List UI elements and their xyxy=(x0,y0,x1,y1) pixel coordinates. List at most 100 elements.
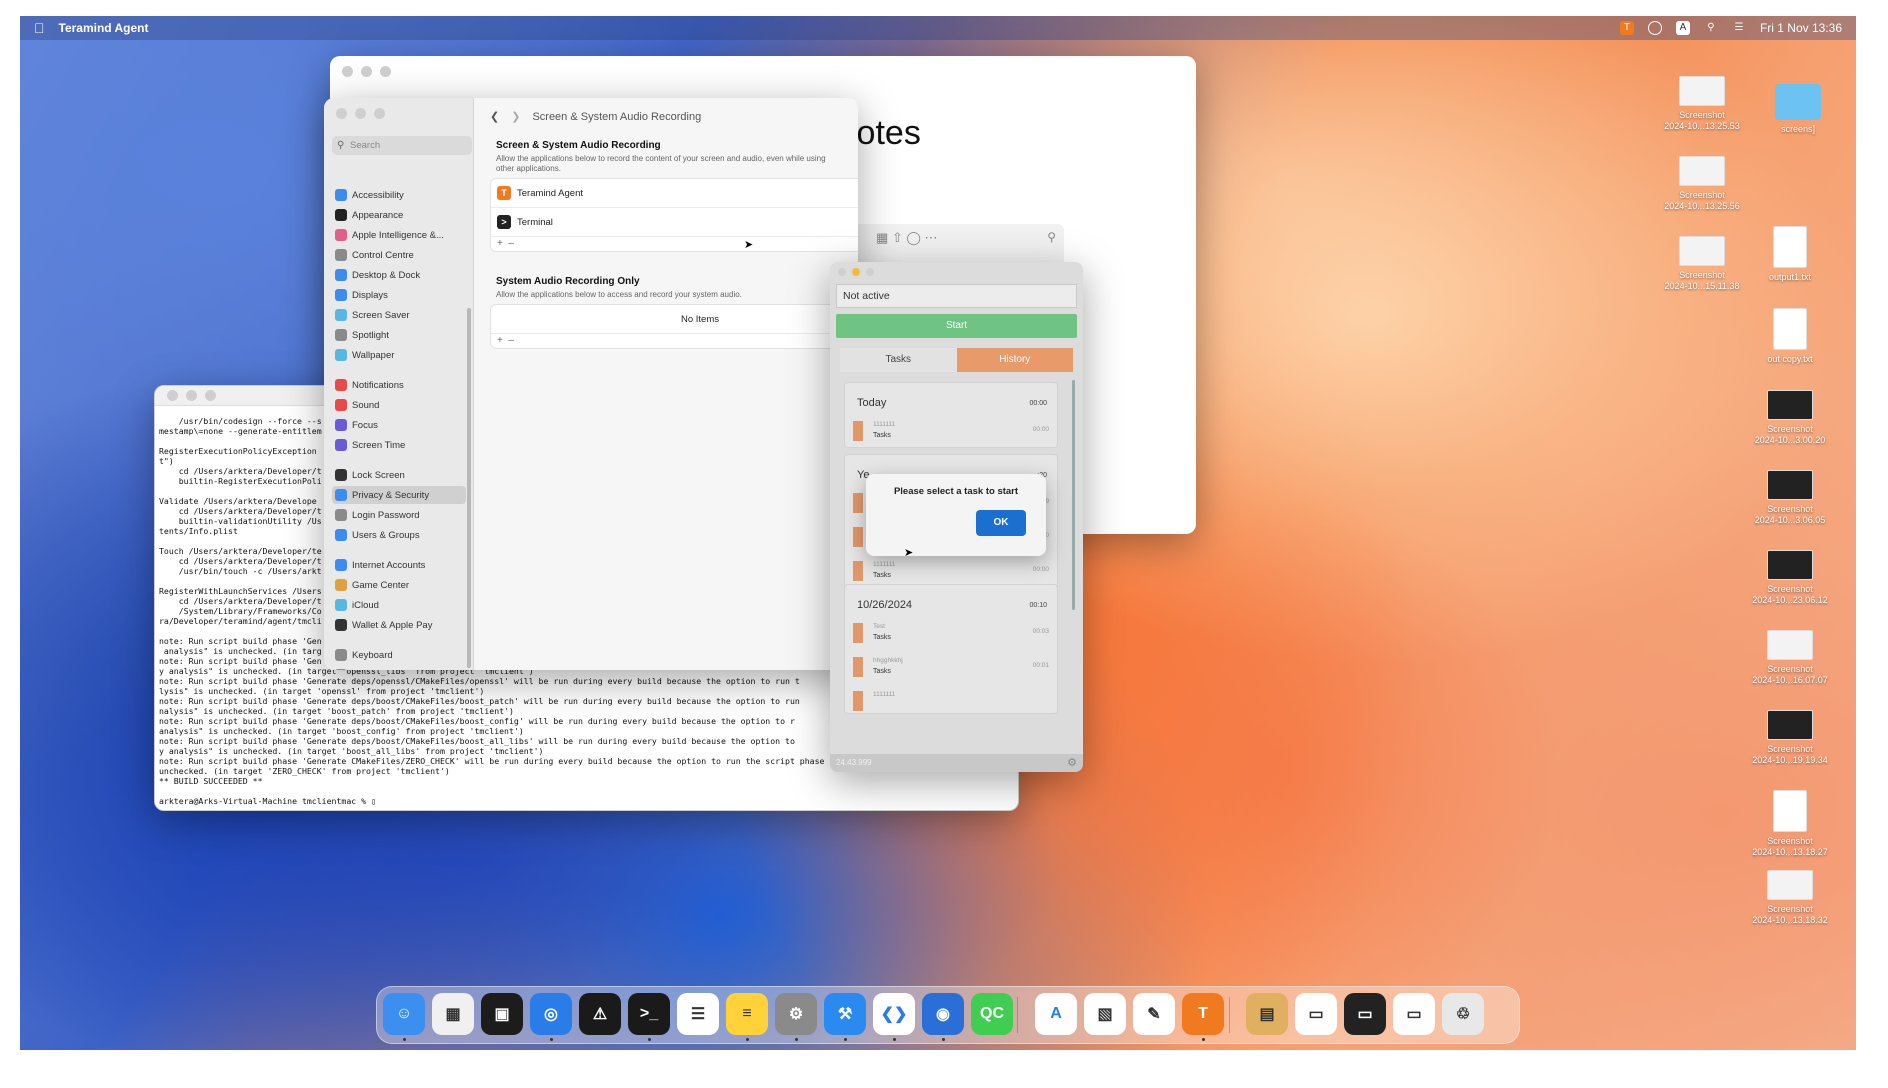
tab-history[interactable]: History xyxy=(956,348,1073,372)
history-scrollbar[interactable] xyxy=(1072,380,1075,610)
sidebar-item-focus[interactable]: Focus xyxy=(332,416,466,434)
sidebar-scrollbar[interactable] xyxy=(467,308,471,668)
sidebar-item-sound[interactable]: Sound xyxy=(332,396,466,414)
sidebar-item-login-password[interactable]: Login Password xyxy=(332,506,466,524)
desktop-file[interactable]: Screenshot 2024-10...3.06.05 xyxy=(1748,470,1832,526)
zoom-button[interactable] xyxy=(205,390,216,401)
sidebar-item-apple-intelligence[interactable]: Apple Intelligence &... xyxy=(332,226,466,244)
close-button[interactable] xyxy=(838,268,846,276)
close-button[interactable] xyxy=(336,108,347,119)
sidebar-item-wallet-apple-pay[interactable]: Wallet & Apple Pay xyxy=(332,616,466,634)
sidebar-item-screen-saver[interactable]: Screen Saver xyxy=(332,306,466,324)
sidebar-item-internet-accounts[interactable]: Internet Accounts xyxy=(332,556,466,574)
sidebar-item-icloud[interactable]: iCloud xyxy=(332,596,466,614)
sidebar-item-control-centre[interactable]: Control Centre xyxy=(332,246,466,264)
input-a-icon[interactable]: A xyxy=(1675,21,1690,35)
history-list[interactable]: Today00:001111111Tasks00:00Ye:20:19Tasks… xyxy=(840,378,1070,740)
tab-tasks[interactable]: Tasks xyxy=(840,348,957,372)
search-icon[interactable]: ⚲ xyxy=(1704,21,1718,35)
finder-icon[interactable]: ☺ xyxy=(383,993,425,1035)
preview-icon[interactable]: ▧ xyxy=(1084,993,1126,1035)
desktop-file[interactable]: Screenshot 2024-10...13.18.32 xyxy=(1748,870,1832,926)
sidebar-item-appearance[interactable]: Appearance xyxy=(332,206,466,224)
back-chevron-icon[interactable]: ❮ xyxy=(490,110,499,123)
remove-button[interactable]: – xyxy=(508,238,514,249)
start-button[interactable]: Start xyxy=(836,314,1077,338)
control-centre-icon[interactable]: ☰ xyxy=(1732,21,1746,35)
history-row[interactable]: Test Tasks 00:03 xyxy=(853,621,1049,647)
history-row[interactable]: 1111111 Tasks 00:00 xyxy=(853,419,1049,445)
menubar-clock[interactable]: Fri 1 Nov 13:36 xyxy=(1760,21,1842,35)
minimize-button[interactable] xyxy=(361,66,372,77)
sidebar-item-users-groups[interactable]: Users & Groups xyxy=(332,526,466,544)
sidebar-item-accessibility[interactable]: Accessibility xyxy=(332,186,466,204)
desktop-file[interactable]: Screenshot 2024-10...15.11.38 xyxy=(1660,236,1744,292)
history-row[interactable]: 1111111 Tasks 00:00 xyxy=(853,559,1049,585)
teramind-icon[interactable]: T xyxy=(1182,993,1224,1035)
minimize-button[interactable] xyxy=(852,268,860,276)
textedit-icon[interactable]: ✎ xyxy=(1133,993,1175,1035)
sidebar-item-notifications[interactable]: Notifications xyxy=(332,376,466,394)
trash-icon[interactable]: ♲ xyxy=(1442,993,1484,1035)
document-thumb-icon[interactable]: ▭ xyxy=(1393,993,1435,1035)
terminal-icon[interactable]: >_ xyxy=(628,993,670,1035)
maps-pin-icon[interactable]: ◉ xyxy=(922,993,964,1035)
terminal-window-icon[interactable]: ▭ xyxy=(1344,993,1386,1035)
desktop-file[interactable]: output1.txt xyxy=(1748,226,1832,283)
sidebar-item-displays[interactable]: Displays xyxy=(332,286,466,304)
sidebar-item-screen-time[interactable]: Screen Time xyxy=(332,436,466,454)
app-store-icon[interactable]: A xyxy=(1035,993,1077,1035)
desktop-file[interactable]: Screenshot 2024-10...13.18.27 xyxy=(1748,790,1832,858)
desktop-file[interactable]: Screenshot 2024-10...16.07.07 xyxy=(1748,630,1832,686)
console-icon[interactable]: ⚠ xyxy=(579,993,621,1035)
vscode-icon[interactable]: ❮❯ xyxy=(873,993,915,1035)
sidebar-item-game-center[interactable]: Game Center xyxy=(332,576,466,594)
minimize-button[interactable] xyxy=(355,108,366,119)
desktop-file[interactable]: Screenshot 2024-10...23.06.12 xyxy=(1748,550,1832,606)
sidebar-item-lock-screen[interactable]: Lock Screen xyxy=(332,466,466,484)
history-row[interactable]: 1111111 xyxy=(853,689,1049,715)
zoom-button[interactable] xyxy=(866,268,874,276)
qt-creator-icon[interactable]: QC xyxy=(971,993,1013,1035)
notes-toolbar-icons[interactable]: ▦ ⇧ ◯ ⋯ xyxy=(876,230,938,246)
minimize-button[interactable] xyxy=(186,390,197,401)
desktop-file[interactable]: Screenshot 2024-10...13.25.53 xyxy=(1660,76,1744,132)
sidebar-item-keyboard[interactable]: Keyboard xyxy=(332,646,466,664)
safari-icon[interactable]: ◎ xyxy=(530,993,572,1035)
gear-icon[interactable]: ⚙ xyxy=(1067,756,1077,769)
user-icon[interactable] xyxy=(1647,21,1662,35)
sidebar-item-wallpaper[interactable]: Wallpaper xyxy=(332,346,466,364)
desktop-file[interactable]: Screenshot 2024-10...13.25.56 xyxy=(1660,156,1744,212)
ok-button[interactable]: OK xyxy=(976,510,1026,536)
sidebar-item-mouse[interactable]: Mouse xyxy=(332,666,466,670)
zoom-button[interactable] xyxy=(380,66,391,77)
sidebar-item-desktop-dock[interactable]: Desktop & Dock xyxy=(332,266,466,284)
zoom-button[interactable] xyxy=(374,108,385,119)
close-button[interactable] xyxy=(167,390,178,401)
system-settings-icon[interactable]: ⚙ xyxy=(775,993,817,1035)
desktop-file[interactable]: Screenshot 2024-10...19.19.34 xyxy=(1748,710,1832,766)
desktop-folder[interactable]: screens] xyxy=(1756,84,1840,135)
menubar-app-name[interactable]: Teramind Agent xyxy=(59,21,149,35)
desktop-file[interactable]: Screenshot 2024-10...3.00.20 xyxy=(1748,390,1832,446)
screenshot-thumb-icon[interactable]: ▭ xyxy=(1295,993,1337,1035)
forward-chevron-icon[interactable]: ❯ xyxy=(511,110,520,123)
sidebar-item-spotlight[interactable]: Spotlight xyxy=(332,326,466,344)
reminders-icon[interactable]: ☰ xyxy=(677,993,719,1035)
remove-button[interactable]: – xyxy=(508,335,514,346)
history-row[interactable]: hhgghkkhj Tasks 00:01 xyxy=(853,655,1049,681)
xcode-icon[interactable]: ⚒ xyxy=(824,993,866,1035)
close-button[interactable] xyxy=(342,66,353,77)
desktop-file[interactable]: out copy.txt xyxy=(1748,308,1832,365)
sidebar-item-privacy-security[interactable]: Privacy & Security xyxy=(332,486,466,504)
search-icon[interactable]: ⚲ xyxy=(1047,230,1056,244)
teramind-icon[interactable]: T xyxy=(1619,21,1634,35)
add-button[interactable]: + xyxy=(497,238,503,249)
notes-icon[interactable]: ≡ xyxy=(726,993,768,1035)
launchpad-icon[interactable]: ▦ xyxy=(432,993,474,1035)
installer-icon[interactable]: ▤ xyxy=(1246,993,1288,1035)
add-button[interactable]: + xyxy=(497,335,503,346)
apple-icon[interactable]:  xyxy=(34,20,45,36)
app-grid-icon[interactable]: ▣ xyxy=(481,993,523,1035)
search-input[interactable]: ⚲ Search xyxy=(332,136,472,155)
